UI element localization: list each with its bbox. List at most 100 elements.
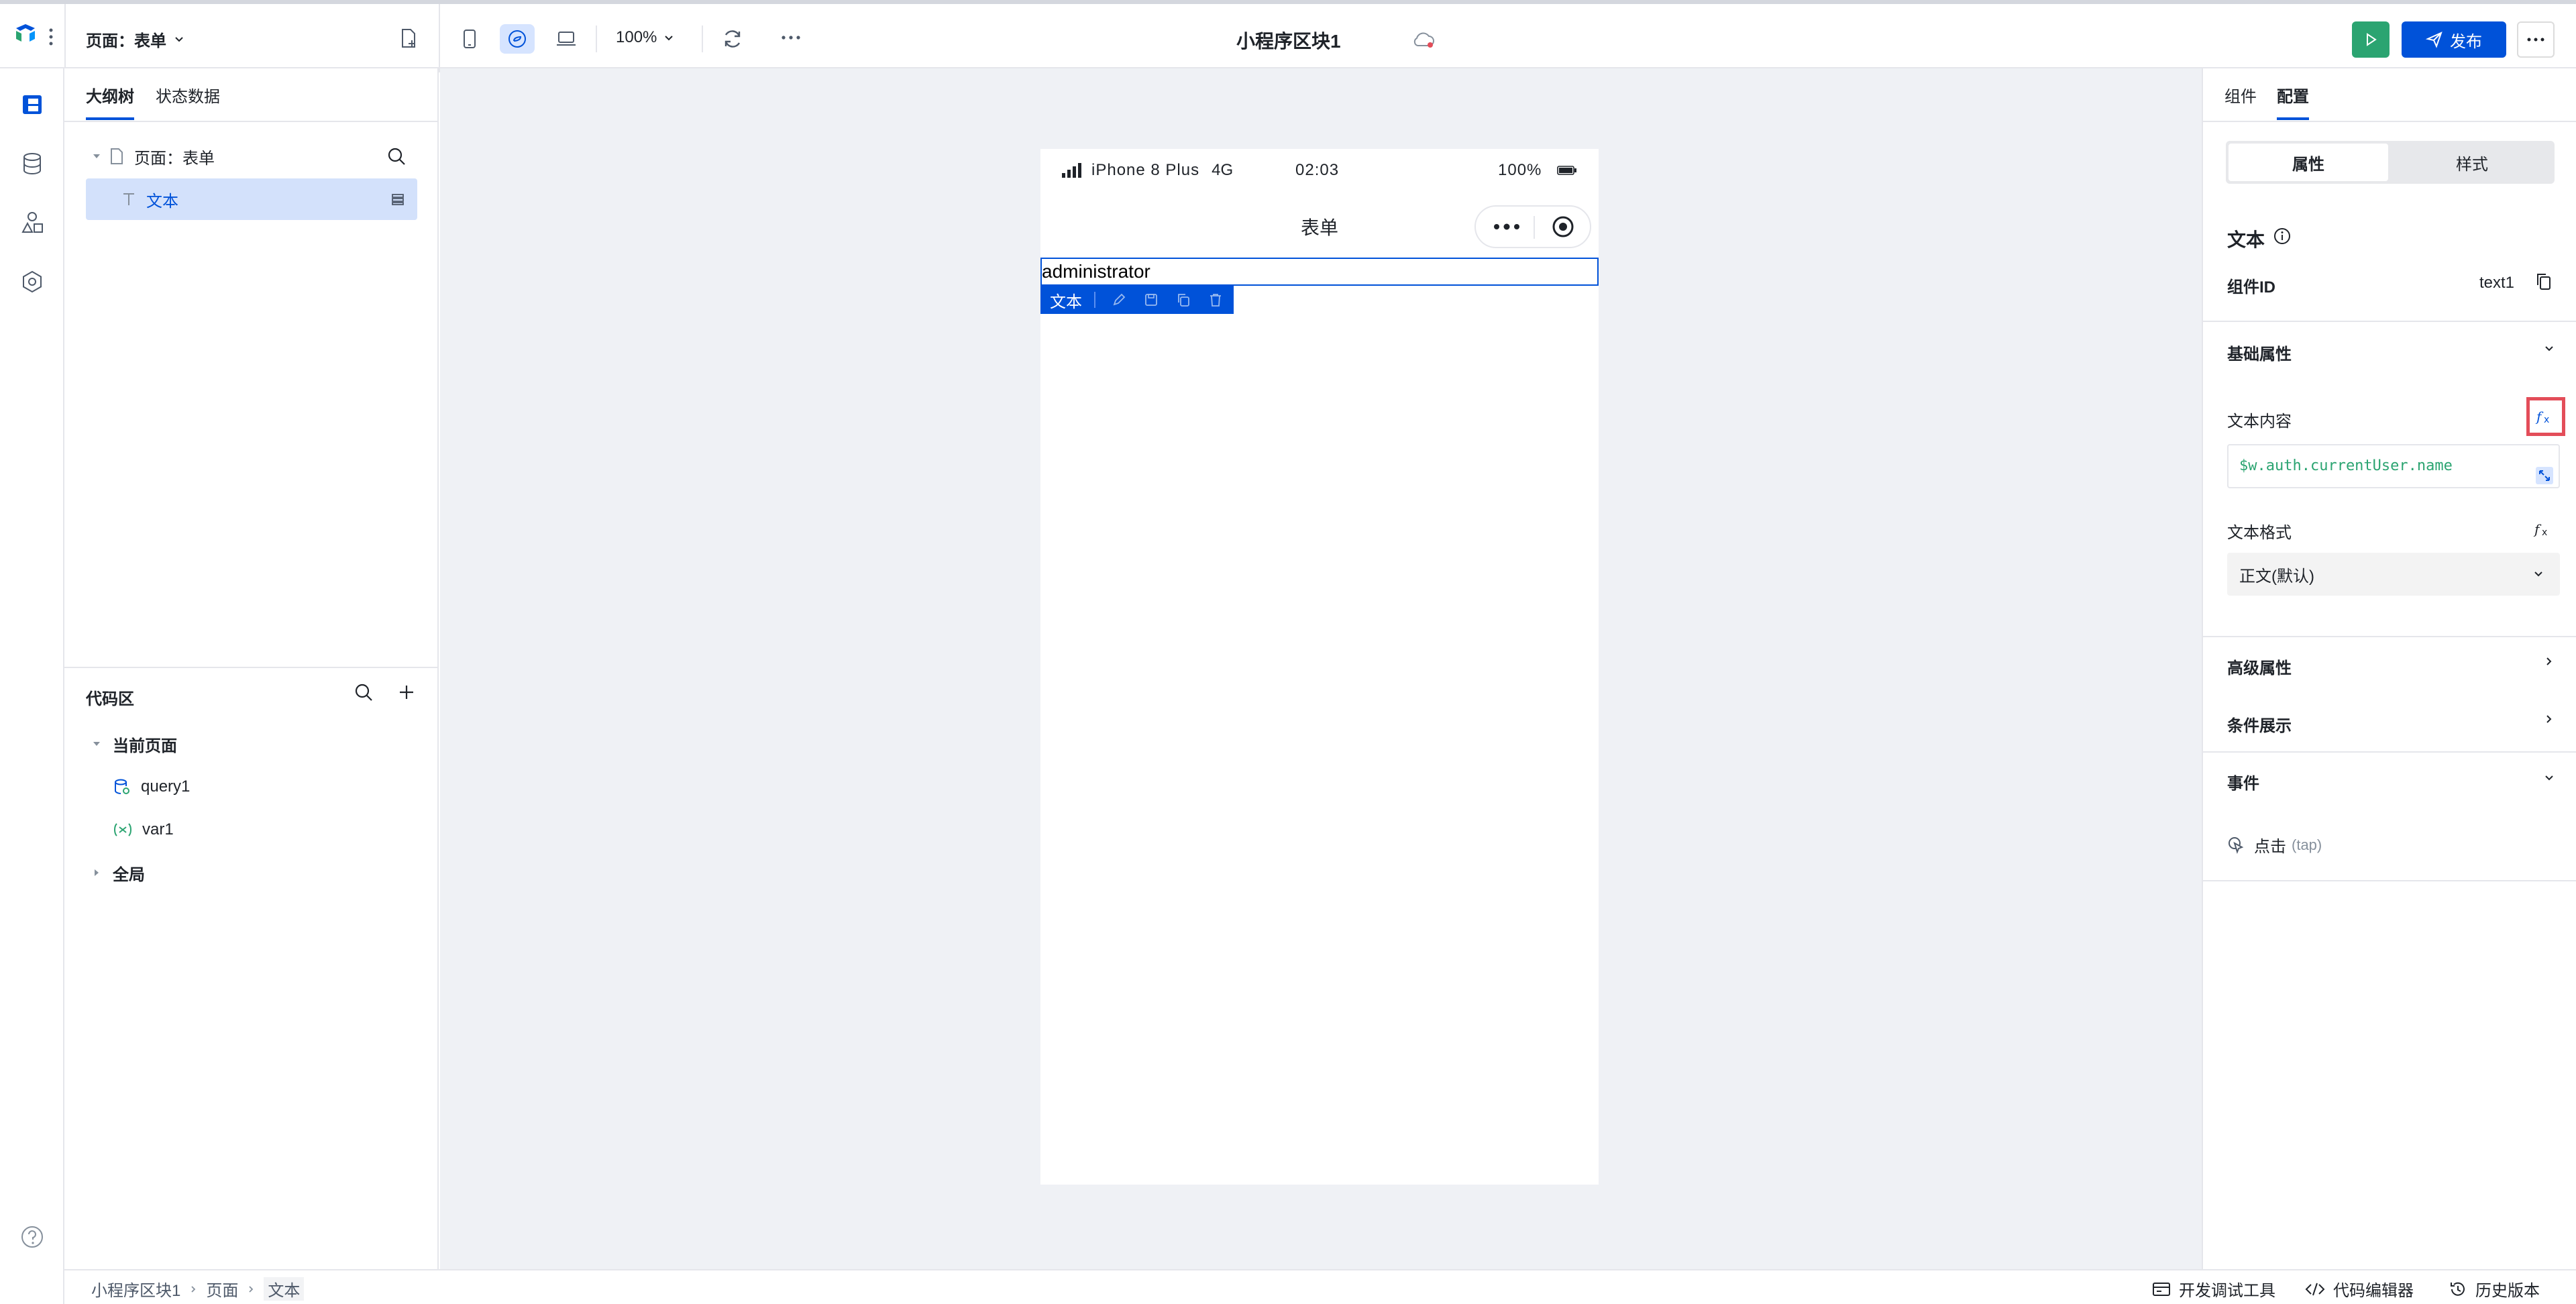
tab-divider xyxy=(64,121,437,122)
components-nav-button[interactable] xyxy=(16,207,48,239)
laptop-icon xyxy=(557,32,576,46)
code-add-icon[interactable] xyxy=(396,682,417,703)
publish-button[interactable]: 发布 xyxy=(2402,21,2506,58)
bottom-bar: 小程序区块1 页面 文本 开发调试工具 代码编辑器 历史版本 xyxy=(64,1269,2576,1304)
tree-item-page[interactable]: 页面：表单 xyxy=(86,135,417,177)
conditional-display-header[interactable]: 条件展示 xyxy=(2227,712,2292,736)
code-item-query1[interactable]: query1 xyxy=(86,766,417,808)
help-button[interactable] xyxy=(16,1221,48,1253)
settings-nav-button[interactable] xyxy=(16,266,48,298)
code-global[interactable]: 全局 xyxy=(86,852,417,893)
miniprogram-view-button[interactable] xyxy=(500,24,535,54)
more-horizontal-icon[interactable] xyxy=(780,31,802,44)
help-icon xyxy=(21,1226,43,1248)
segment-properties[interactable]: 属性 xyxy=(2229,144,2388,181)
close-target-icon xyxy=(1552,216,1574,237)
code-area-title: 代码区 xyxy=(86,690,134,708)
tab-state-data[interactable]: 状态数据 xyxy=(156,83,220,117)
breadcrumb: 小程序区块1 页面 文本 xyxy=(91,1277,305,1301)
phone-preview[interactable]: iPhone 8 Plus 4G 02:03 100% 表单 administr… xyxy=(1040,149,1599,1185)
tree-item-page-label: 页面：表单 xyxy=(134,149,215,168)
variable-icon xyxy=(114,823,131,836)
info-icon[interactable] xyxy=(2273,227,2292,246)
send-icon xyxy=(2426,32,2443,48)
property-style-segment: 属性 样式 xyxy=(2226,141,2555,184)
section-divider xyxy=(2203,880,2576,881)
text-format-select[interactable]: 正文(默认) xyxy=(2227,553,2560,596)
caret-right-icon xyxy=(95,869,99,876)
shapes-icon xyxy=(21,212,43,233)
code-current-page[interactable]: 当前页面 xyxy=(86,723,417,765)
svg-text:f: f xyxy=(2533,521,2542,537)
top-bar: 页面：表单 100% 小程序区块1 发布 xyxy=(0,0,2576,72)
code-search-icon[interactable] xyxy=(353,682,374,703)
breadcrumb-text[interactable]: 文本 xyxy=(264,1277,305,1301)
outline-nav-button[interactable] xyxy=(16,89,48,121)
config-panel: 组件 配置 属性 样式 文本 组件ID text1 基础属性 文本内容 fx $… xyxy=(2202,68,2576,1269)
code-editor-tool[interactable]: 代码编辑器 xyxy=(2305,1277,2414,1301)
advanced-props-header[interactable]: 高级属性 xyxy=(2227,655,2292,678)
database-nav-button[interactable] xyxy=(16,148,48,180)
text-content-expression-input[interactable]: $w.auth.currentUser.name xyxy=(2227,444,2560,488)
dev-debug-tool[interactable]: 开发调试工具 xyxy=(2152,1277,2275,1301)
signal-icon xyxy=(1062,163,1081,178)
basic-props-header[interactable]: 基础属性 xyxy=(2227,341,2292,364)
history-version-tool[interactable]: 历史版本 xyxy=(2449,1277,2540,1301)
caret-down-icon xyxy=(93,742,100,746)
capsule-button[interactable] xyxy=(1474,205,1591,248)
layers-icon xyxy=(392,194,404,205)
code-icon xyxy=(2305,1283,2325,1295)
more-dots-icon xyxy=(1494,223,1519,230)
edit-icon[interactable] xyxy=(1112,292,1126,307)
svg-text:f: f xyxy=(2535,409,2544,425)
expression-button-highlighted[interactable]: fx xyxy=(2526,397,2565,436)
phone-battery-level: 100% xyxy=(1498,161,1542,179)
zoom-selector[interactable]: 100% xyxy=(616,28,674,47)
refresh-icon[interactable] xyxy=(720,27,745,51)
page-selector[interactable]: 页面：表单 xyxy=(86,27,185,51)
tab-components[interactable]: 组件 xyxy=(2224,83,2257,117)
text-format-label: 文本格式 xyxy=(2227,524,2292,542)
text-content-expression-value: $w.auth.currentUser.name xyxy=(2239,457,2453,474)
tree-item-text-label: 文本 xyxy=(146,192,178,211)
selected-text-component[interactable]: administrator xyxy=(1040,258,1599,286)
svg-text:x: x xyxy=(2542,527,2547,538)
chevron-down-icon[interactable] xyxy=(2542,771,2556,785)
delete-icon[interactable] xyxy=(1208,292,1223,307)
add-page-icon[interactable] xyxy=(397,27,420,50)
component-toolbar: 文本 xyxy=(1040,286,1234,314)
breadcrumb-page[interactable]: 页面 xyxy=(206,1277,238,1301)
desktop-view-button[interactable] xyxy=(549,24,584,54)
component-id-value: text1 xyxy=(2479,274,2515,292)
save-icon[interactable] xyxy=(1144,292,1159,307)
tree-item-text[interactable]: 文本 xyxy=(86,178,417,220)
tab-outline-tree[interactable]: 大纲树 xyxy=(86,83,134,120)
run-button[interactable] xyxy=(2352,21,2390,58)
code-item-var1[interactable]: var1 xyxy=(86,809,417,851)
chevron-right-icon[interactable] xyxy=(2542,712,2556,726)
chevron-down-icon[interactable] xyxy=(2542,342,2556,356)
phone-network: 4G xyxy=(1212,161,1234,179)
events-header[interactable]: 事件 xyxy=(2227,770,2259,794)
chevron-down-icon xyxy=(665,36,674,41)
text-content-label: 文本内容 xyxy=(2227,413,2292,431)
more-vertical-icon[interactable] xyxy=(47,27,55,47)
event-tap-hint: (tap) xyxy=(2292,836,2322,853)
mobile-view-button[interactable] xyxy=(452,24,487,54)
event-item-tap[interactable]: 点击 (tap) xyxy=(2227,833,2322,857)
more-menu-button[interactable] xyxy=(2517,21,2555,58)
chevron-right-icon xyxy=(191,1285,196,1293)
code-item-query1-label: query1 xyxy=(141,777,191,796)
breadcrumb-app[interactable]: 小程序区块1 xyxy=(91,1277,180,1301)
caret-down-icon xyxy=(93,154,100,158)
app-logo[interactable] xyxy=(12,21,39,48)
copy-id-icon[interactable] xyxy=(2534,271,2553,292)
chevron-right-icon[interactable] xyxy=(2542,655,2556,668)
tab-config[interactable]: 配置 xyxy=(2277,83,2309,120)
layout-icon xyxy=(23,95,42,114)
copy-icon[interactable] xyxy=(1176,292,1191,307)
code-editor-tool-label: 代码编辑器 xyxy=(2333,1282,2414,1300)
segment-style[interactable]: 样式 xyxy=(2392,144,2552,181)
history-icon xyxy=(2451,1282,2465,1296)
text-format-fx-icon[interactable]: fx xyxy=(2533,521,2555,539)
